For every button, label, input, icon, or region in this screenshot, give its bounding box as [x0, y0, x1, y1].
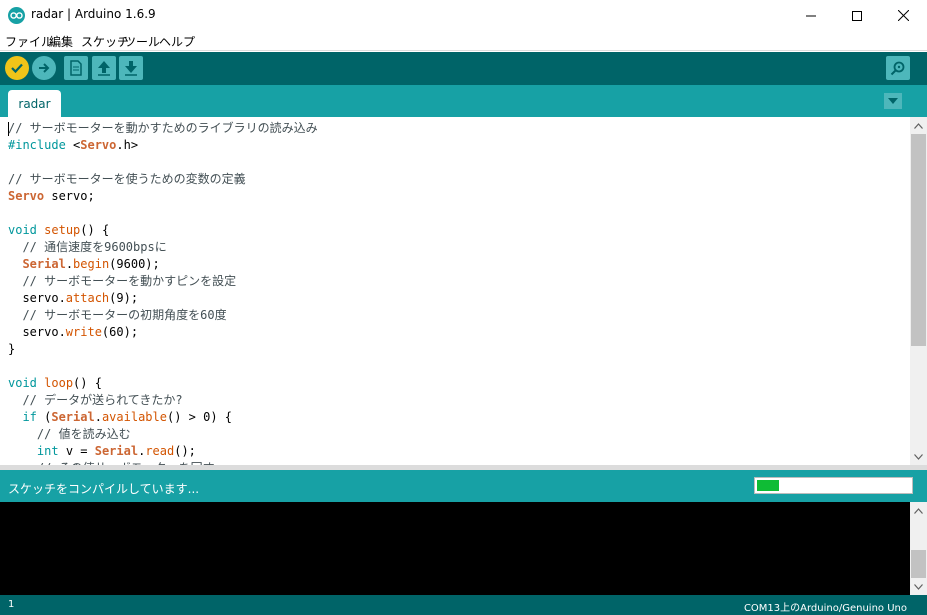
chevron-up-icon [914, 122, 923, 129]
arrow-right-icon [39, 63, 50, 73]
toolbar [0, 52, 927, 85]
code-line[interactable] [8, 154, 908, 171]
close-button[interactable] [880, 0, 926, 31]
code-line[interactable]: // サーボモーターの初期角度を60度 [8, 307, 908, 324]
save-sketch-button[interactable] [119, 56, 143, 80]
code-line[interactable]: // 値を読み込む [8, 426, 908, 443]
code-line[interactable]: // サーボモーターを動かすピンを設定 [8, 273, 908, 290]
console-scroll-down-button[interactable] [910, 578, 927, 595]
progress-fill [757, 480, 779, 491]
scroll-down-button[interactable] [910, 448, 927, 465]
upload-button[interactable] [32, 56, 56, 80]
menu-bar: ファイル 編集 スケッチ ツール ヘルプ [0, 31, 927, 51]
save-down-arrow-icon [125, 61, 137, 76]
code-line[interactable]: // サーボモーターを使うための変数の定義 [8, 171, 908, 188]
status-bar: スケッチをコンパイルしています... [0, 470, 927, 502]
chevron-up-icon [914, 507, 923, 514]
serial-monitor-magnifier-icon [890, 61, 905, 76]
menu-help[interactable]: ヘルプ [159, 33, 195, 50]
check-icon [11, 63, 23, 74]
console-scroll-up-button[interactable] [910, 502, 927, 519]
code-line[interactable]: // サーボモーターを動かすためのライブラリの読み込み [8, 120, 908, 137]
menu-tools[interactable]: ツール [124, 33, 160, 50]
chevron-down-icon [914, 453, 923, 460]
arduino-logo-icon [8, 7, 25, 24]
new-file-icon [70, 60, 82, 76]
tabs-bar: radar [0, 85, 927, 117]
code-line[interactable]: Serial.begin(9600); [8, 256, 908, 273]
triangle-down-icon [888, 97, 898, 104]
chevron-down-icon [914, 583, 923, 590]
footer-bar: 1 COM13上のArduino/Genuino Uno [0, 595, 927, 615]
open-sketch-button[interactable] [92, 56, 116, 80]
minimize-button[interactable] [788, 0, 834, 31]
menu-edit[interactable]: 編集 [49, 33, 73, 50]
compile-progress-bar [754, 477, 913, 494]
console-scroll-thumb[interactable] [911, 550, 926, 578]
code-editor[interactable]: // サーボモーターを動かすためのライブラリの読み込み #include <Ser… [0, 117, 927, 465]
code-line[interactable]: if (Serial.available() > 0) { [8, 409, 908, 426]
tab-radar[interactable]: radar [8, 90, 61, 117]
code-line[interactable]: Servo servo; [8, 188, 908, 205]
tab-menu-button[interactable] [884, 93, 902, 109]
title-bar: radar | Arduino 1.6.9 [0, 0, 927, 31]
scroll-up-button[interactable] [910, 117, 927, 134]
verify-button[interactable] [5, 56, 29, 80]
code-line[interactable]: servo.write(60); [8, 324, 908, 341]
code-line[interactable]: int v = Serial.read(); [8, 443, 908, 460]
code-line[interactable] [8, 205, 908, 222]
minimize-icon [806, 15, 816, 16]
close-icon [897, 10, 909, 21]
serial-monitor-button[interactable] [886, 56, 910, 80]
line-number: 1 [8, 599, 15, 610]
editor-scrollbar[interactable] [910, 117, 927, 465]
maximize-icon [852, 10, 862, 21]
code-line[interactable] [8, 358, 908, 375]
console-scrollbar[interactable] [910, 502, 927, 595]
code-area[interactable]: // サーボモーターを動かすためのライブラリの読み込み #include <Ser… [8, 120, 908, 465]
new-sketch-button[interactable] [64, 56, 88, 80]
open-up-arrow-icon [98, 61, 110, 76]
code-line[interactable]: servo.attach(9); [8, 290, 908, 307]
window-title: radar | Arduino 1.6.9 [31, 7, 156, 21]
console-output[interactable] [0, 502, 927, 595]
code-line[interactable]: void setup() { [8, 222, 908, 239]
menu-file[interactable]: ファイル [5, 33, 53, 50]
maximize-button[interactable] [834, 0, 880, 31]
editor-scroll-thumb[interactable] [911, 134, 926, 346]
code-line[interactable]: // 通信速度を9600bpsに [8, 239, 908, 256]
board-port-label: COM13上のArduino/Genuino Uno [743, 603, 907, 614]
code-line[interactable]: } [8, 341, 908, 358]
code-line[interactable]: #include <Servo.h> [8, 137, 908, 154]
status-message: スケッチをコンパイルしています... [8, 482, 200, 496]
code-line[interactable]: // データが送られてきたか? [8, 392, 908, 409]
code-line[interactable]: void loop() { [8, 375, 908, 392]
menu-sketch[interactable]: スケッチ [81, 33, 129, 50]
